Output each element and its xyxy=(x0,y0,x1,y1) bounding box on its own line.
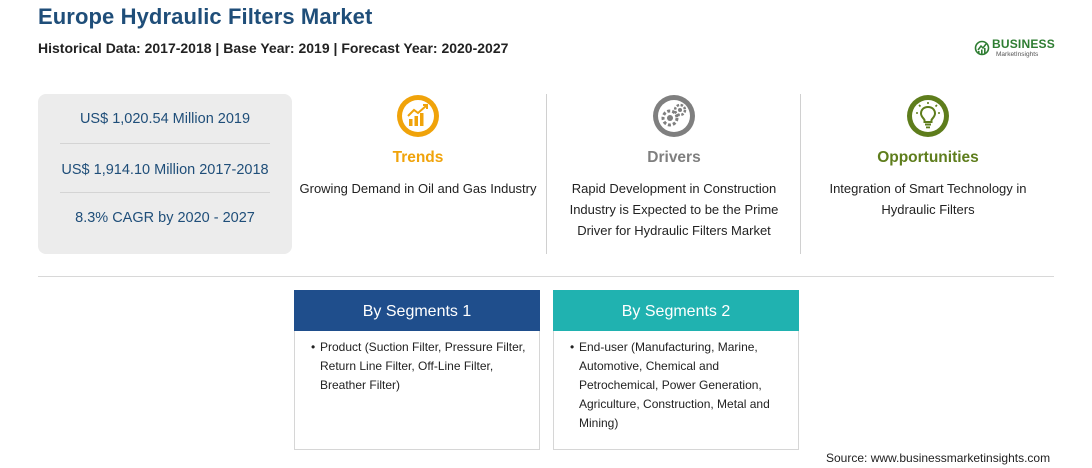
opportunities-heading: Opportunities xyxy=(877,149,979,166)
drivers-description: Rapid Development in Construction Indust… xyxy=(569,181,779,238)
opportunities-description: Integration of Smart Technology in Hydra… xyxy=(829,181,1027,217)
bullet-icon: • xyxy=(311,340,316,354)
column-divider xyxy=(800,94,801,254)
column-divider xyxy=(546,94,547,254)
page-subtitle: Historical Data: 2017-2018 | Base Year: … xyxy=(38,40,509,56)
logo-globe-icon xyxy=(974,40,990,56)
segment-2-list: • End-user (Manufacturing, Marine, Autom… xyxy=(570,338,796,433)
trends-heading: Trends xyxy=(392,149,444,166)
trends-description: Growing Demand in Oil and Gas Industry xyxy=(299,181,537,196)
market-value-2019: US$ 1,020.54 Million 2019 xyxy=(79,111,251,127)
page-title: Europe Hydraulic Filters Market xyxy=(38,4,373,29)
bullet-icon: • xyxy=(570,340,575,354)
stat-divider xyxy=(60,143,270,144)
logo-tagline: MarketInsights xyxy=(996,51,1039,58)
market-stats-panel: US$ 1,020.54 Million 2019 US$ 1,914.10 M… xyxy=(38,94,292,254)
segment-1-card: By Segments 1 • Product (Suction Filter,… xyxy=(294,290,540,450)
section-divider xyxy=(38,276,1054,277)
trend-chart-icon xyxy=(397,95,439,137)
drivers-heading: Drivers xyxy=(647,149,701,166)
source-text: Source: www.businessmarketinsights.com xyxy=(826,451,1051,465)
gears-icon xyxy=(653,95,695,137)
segment-2-card: By Segments 2 • End-user (Manufacturing,… xyxy=(553,290,799,450)
segment-1-item: Product (Suction Filter, Pressure Filter… xyxy=(320,340,526,392)
logo-name: BUSINESS xyxy=(992,37,1055,51)
business-market-insights-logo: BUSINESS MarketInsights xyxy=(974,36,1066,60)
market-value-historical: US$ 1,914.10 Million 2017-2018 xyxy=(61,162,269,178)
stat-divider xyxy=(60,192,270,193)
lightbulb-icon xyxy=(907,95,949,137)
segment-1-header: By Segments 1 xyxy=(294,290,540,331)
segment-1-list: • Product (Suction Filter, Pressure Filt… xyxy=(311,338,537,395)
cagr-value: 8.3% CAGR by 2020 - 2027 xyxy=(75,210,255,226)
segment-2-header: By Segments 2 xyxy=(553,290,799,331)
segment-2-item: End-user (Manufacturing, Marine, Automot… xyxy=(579,340,770,430)
